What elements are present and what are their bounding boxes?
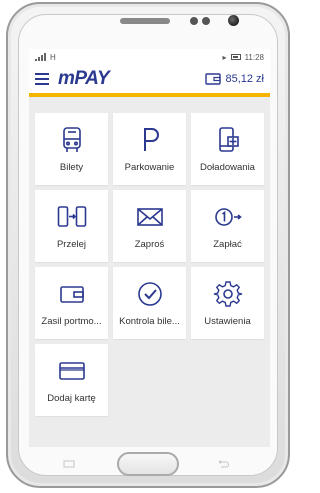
signal-icon xyxy=(35,53,46,61)
network-type: H xyxy=(50,52,56,62)
tile-bilety[interactable]: Bilety xyxy=(35,113,108,185)
pay-arrow-icon xyxy=(214,208,242,226)
home-button[interactable] xyxy=(117,452,179,476)
mpay-logo: mPAY xyxy=(58,68,110,89)
tile-label: Zasil portmo... xyxy=(41,316,102,327)
wallet-balance-button[interactable]: 85,12 zł xyxy=(205,73,264,85)
wallet-icon xyxy=(205,73,222,85)
tile-label: Przelej xyxy=(56,239,87,250)
check-circle-icon xyxy=(137,282,162,306)
action-grid: Bilety Parkowanie Doładowania Przelej Za… xyxy=(35,113,265,416)
back-key-icon[interactable] xyxy=(216,460,230,468)
status-bar: H ▸ 11:28 xyxy=(29,49,270,65)
card-icon xyxy=(58,362,85,380)
tile-doladowania[interactable]: Doładowania xyxy=(191,113,264,185)
tile-zaplac[interactable]: Zapłać xyxy=(191,190,264,262)
tile-label: Parkowanie xyxy=(124,162,175,173)
wallet-icon xyxy=(59,286,84,303)
tile-label: Zaproś xyxy=(134,239,165,250)
phone-topup-icon xyxy=(218,127,239,152)
light-sensor xyxy=(202,17,210,25)
nfc-icon: ▸ xyxy=(222,52,227,62)
recent-apps-key-icon[interactable] xyxy=(62,460,76,468)
transfer-phones-icon xyxy=(57,206,86,227)
tile-label: Bilety xyxy=(59,162,84,173)
parking-icon xyxy=(143,128,159,151)
tile-ustawienia[interactable]: Ustawienia xyxy=(191,267,264,339)
tile-label: Kontrola bile... xyxy=(119,316,180,327)
tile-parkowanie[interactable]: Parkowanie xyxy=(113,113,186,185)
tile-label: Zapłać xyxy=(213,239,242,250)
front-camera xyxy=(228,15,239,26)
tile-zasil-portmonetke[interactable]: Zasil portmo... xyxy=(35,267,108,339)
proximity-sensor xyxy=(190,17,198,25)
tile-zapros[interactable]: Zaproś xyxy=(113,190,186,262)
tile-przelej[interactable]: Przelej xyxy=(35,190,108,262)
balance-amount: 85,12 zł xyxy=(225,73,264,85)
hamburger-menu-icon[interactable] xyxy=(35,73,49,85)
app-screen: H ▸ 11:28 mPAY 85,12 zł Bilety Parkowani… xyxy=(29,49,270,447)
earpiece-speaker xyxy=(120,18,170,24)
battery-icon xyxy=(230,54,241,60)
tile-dodaj-karte[interactable]: Dodaj kartę xyxy=(35,344,108,416)
gear-icon xyxy=(213,281,242,307)
tile-label: Ustawienia xyxy=(204,316,251,327)
app-bar: mPAY 85,12 zł xyxy=(29,65,270,97)
envelope-icon xyxy=(136,208,163,226)
tile-label: Doładowania xyxy=(200,162,255,173)
bus-icon xyxy=(62,127,81,152)
tile-label: Dodaj kartę xyxy=(47,393,96,404)
status-time: 11:28 xyxy=(244,52,264,62)
tile-kontrola-biletow[interactable]: Kontrola bile... xyxy=(113,267,186,339)
